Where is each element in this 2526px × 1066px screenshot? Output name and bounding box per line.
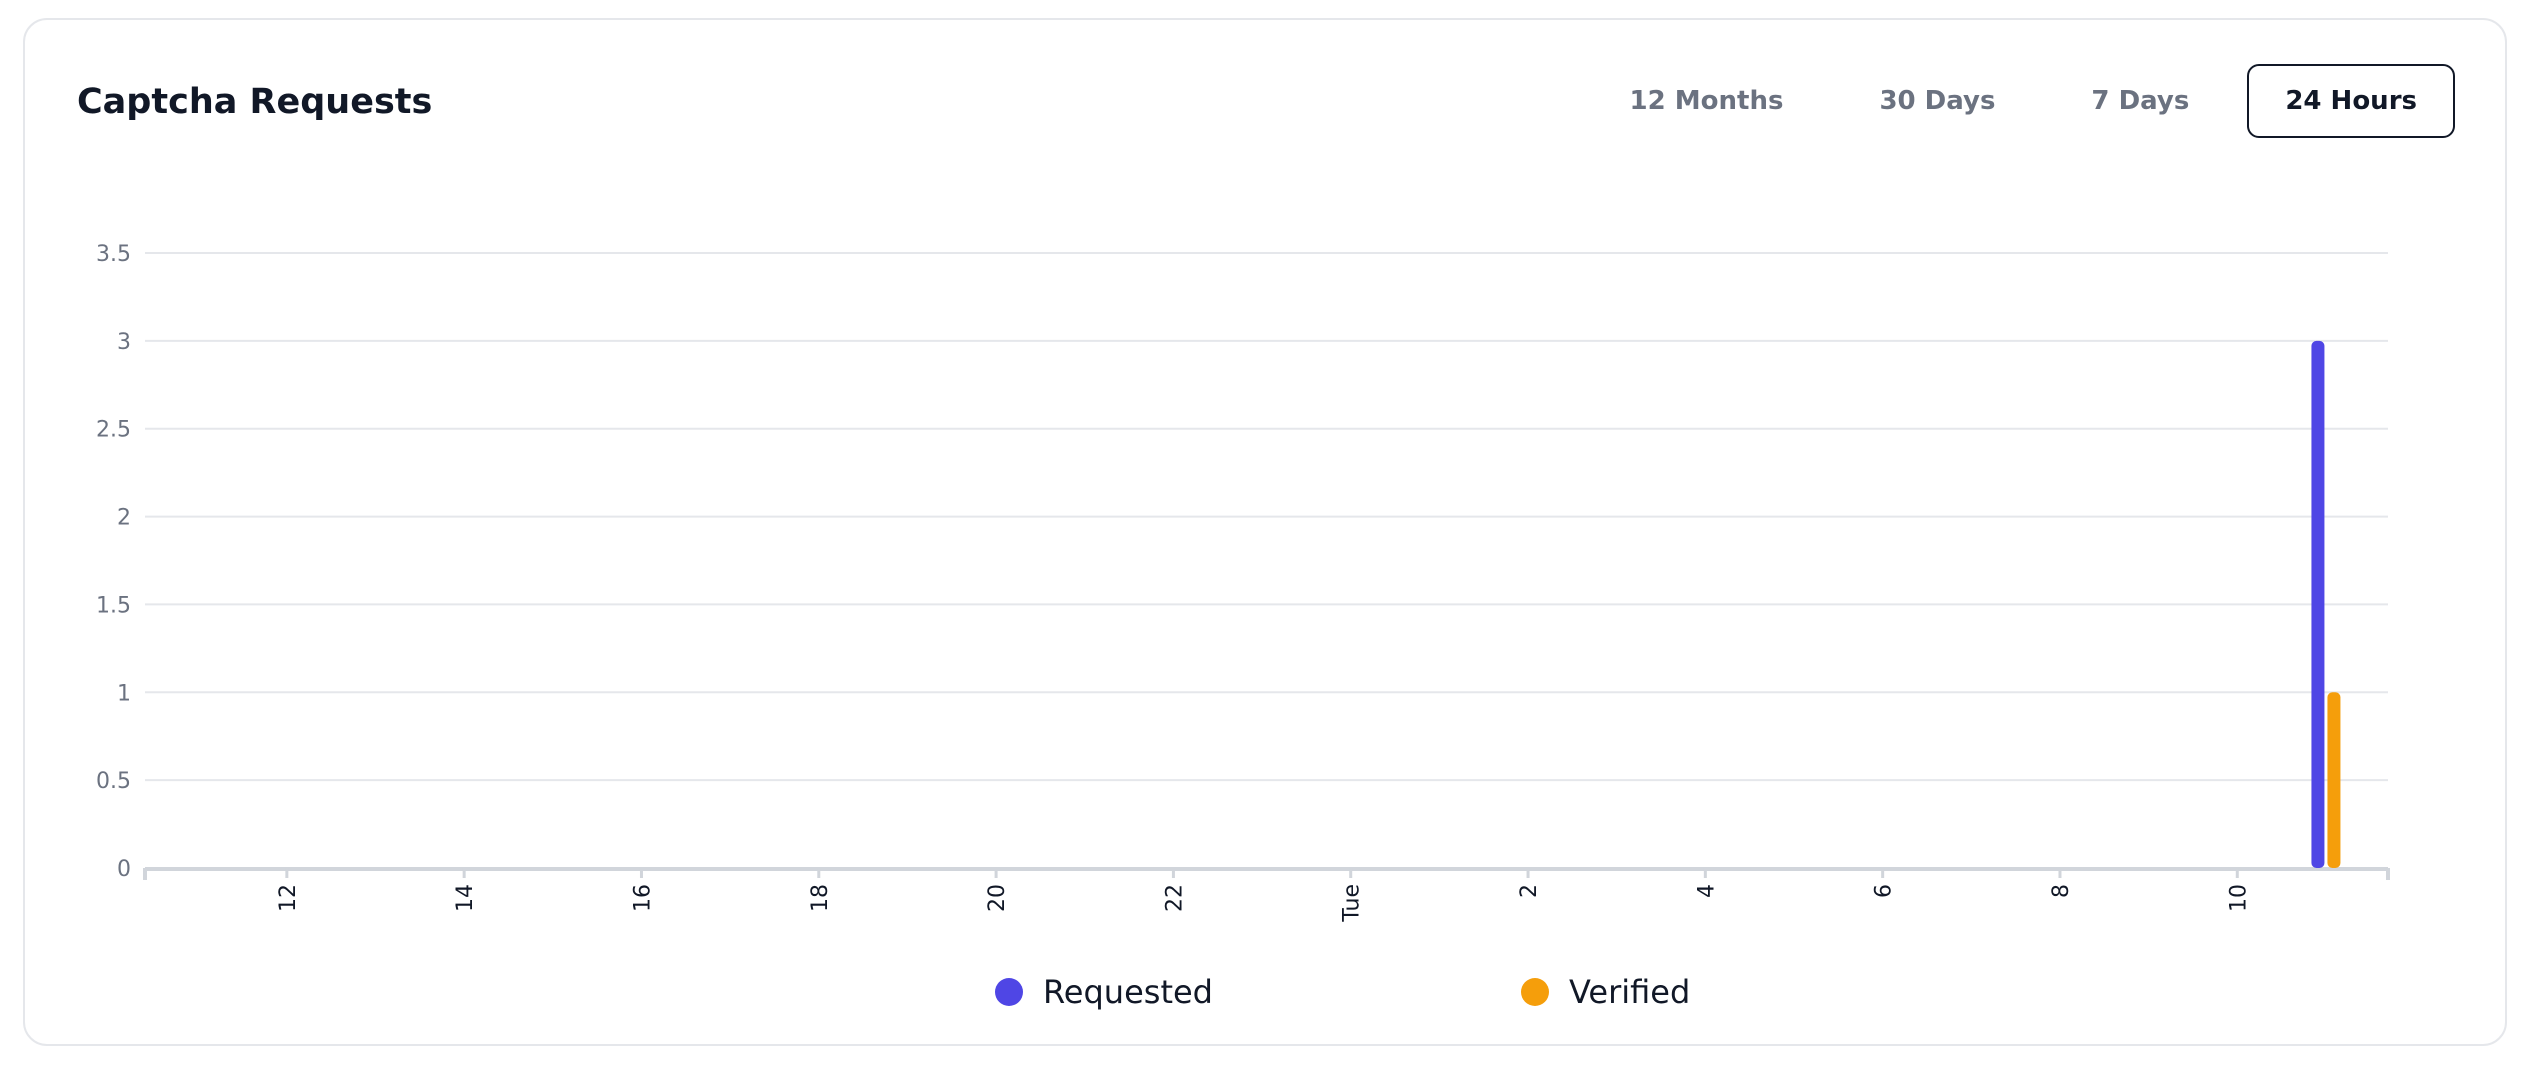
- x-tick-label: 22: [1162, 884, 1187, 912]
- legend-dot-verified: [1521, 978, 1549, 1006]
- x-tick-label: 4: [1694, 884, 1719, 898]
- legend-label-requested: Requested: [1043, 973, 1213, 1011]
- x-tick-label: 20: [985, 884, 1010, 912]
- y-tick-label: 1: [117, 681, 131, 706]
- y-tick-label: 3: [117, 330, 131, 355]
- legend-item-requested[interactable]: Requested: [995, 970, 1213, 1014]
- y-tick-label: 2.5: [96, 418, 131, 443]
- y-tick-label: 0: [117, 857, 131, 882]
- x-tick-label: 16: [630, 884, 655, 912]
- x-tick-label: 18: [808, 884, 833, 912]
- x-tick-label: 8: [2049, 884, 2074, 898]
- x-tick-label: 14: [453, 884, 478, 912]
- y-axis-ticks: 0 0.5 1 1.5 2 2.5 3 3.5: [96, 242, 131, 882]
- legend-label-verified: Verified: [1569, 973, 1691, 1011]
- x-tick-label: 2: [1517, 884, 1542, 898]
- y-tick-label: 3.5: [96, 242, 131, 267]
- x-tick-label: 10: [2226, 884, 2251, 912]
- chart-legend: Requested Verified: [0, 970, 2526, 1014]
- x-axis: 12 14 16 18 20 22 Tue 2 4 6 8 10: [143, 867, 2390, 923]
- legend-dot-requested: [995, 978, 1023, 1006]
- y-tick-label: 1.5: [96, 593, 131, 618]
- legend-item-verified[interactable]: Verified: [1521, 970, 1690, 1014]
- captcha-requests-chart: 0 0.5 1 1.5 2 2.5 3 3.5 12 14 16 18 20 22 Tue 2 4 6 8 10: [96, 242, 2390, 923]
- y-tick-label: 0.5: [96, 769, 131, 794]
- bar-verified: [2327, 692, 2341, 868]
- bar-requested: [2311, 340, 2325, 868]
- x-tick-label: 12: [276, 884, 301, 912]
- y-tick-label: 2: [117, 506, 131, 531]
- gridlines: [145, 252, 2388, 782]
- x-tick-label: Tue: [1340, 884, 1365, 923]
- x-tick-label: 6: [1872, 884, 1897, 898]
